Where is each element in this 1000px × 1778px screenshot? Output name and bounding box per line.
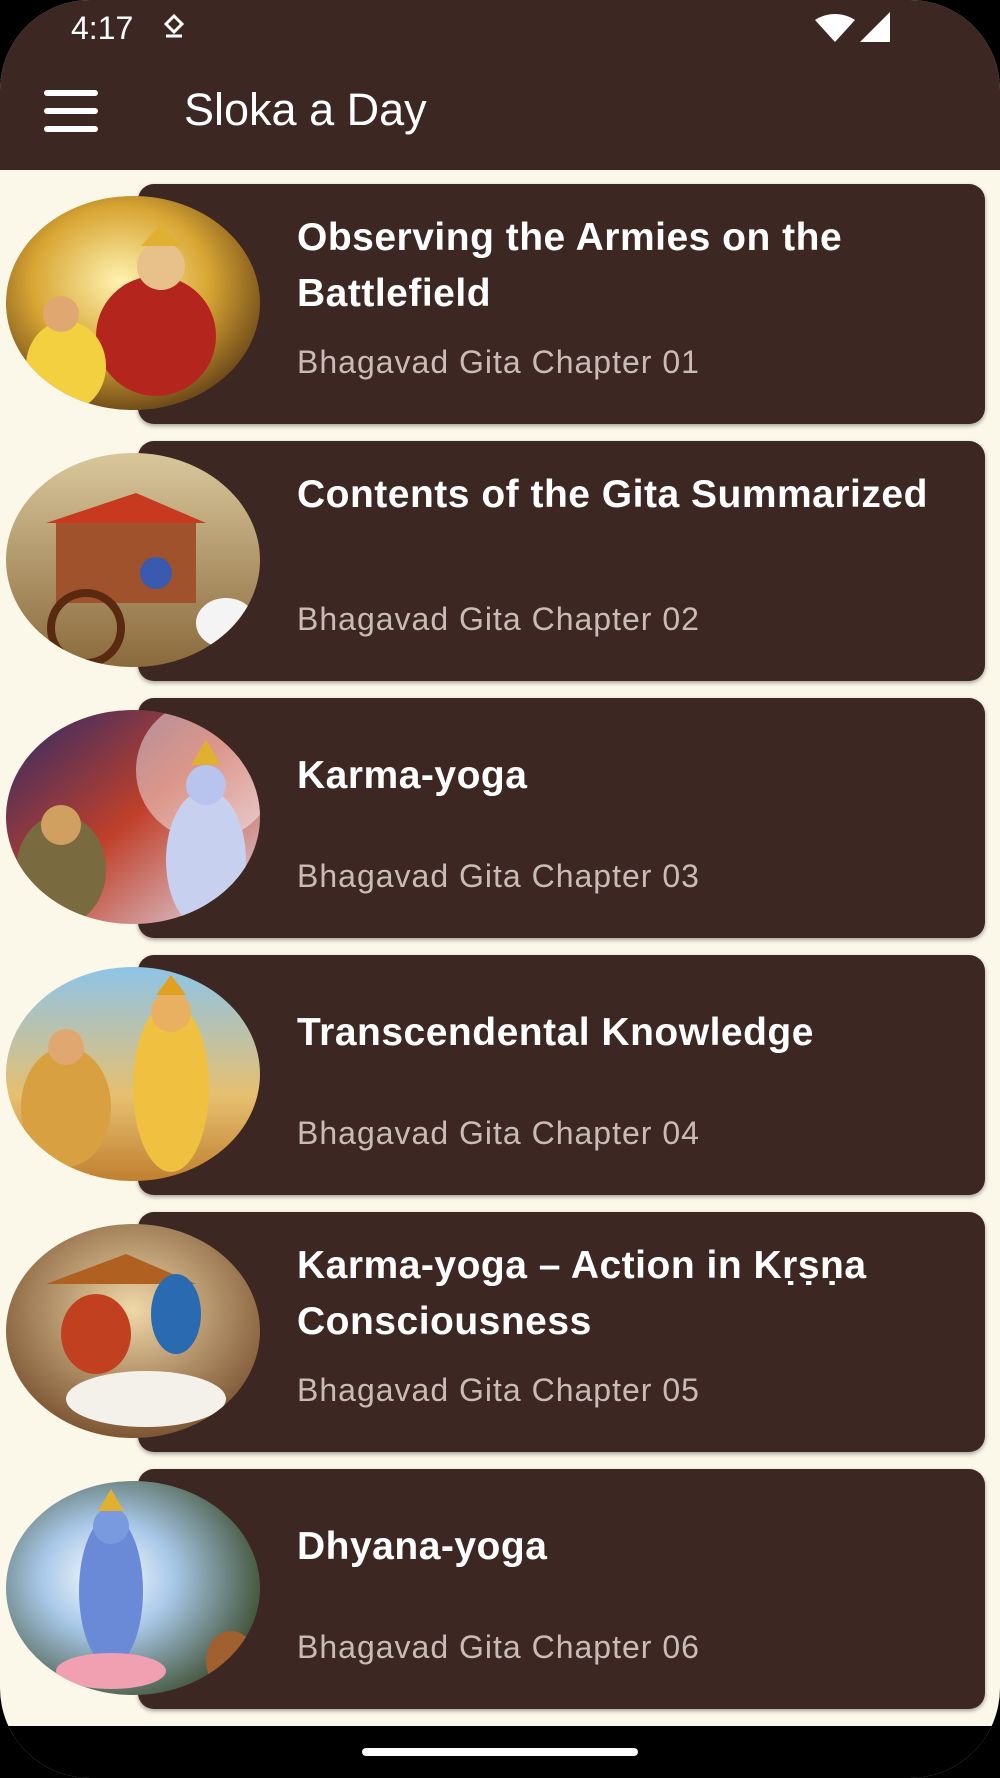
chapter-card[interactable] bbox=[138, 955, 985, 1195]
chapter-title: Karma-yoga – Action in Kṛṣṇa Consciousne… bbox=[297, 1244, 867, 1343]
chapter-card[interactable] bbox=[138, 698, 985, 938]
chapter-title: Observing the Armies on the Battlefield bbox=[297, 216, 843, 315]
wifi-icon bbox=[815, 14, 855, 42]
chapter-subtitle: Bhagavad Gita Chapter 01 bbox=[297, 344, 700, 380]
chapter-thumbnail bbox=[6, 967, 260, 1181]
hamburger-menu-icon[interactable] bbox=[44, 90, 100, 132]
chapter-title: Karma-yoga bbox=[297, 754, 528, 797]
status-time: 4:17 bbox=[71, 10, 134, 46]
chapter-item-03[interactable]: Karma-yoga Bhagavad Gita Chapter 03 bbox=[0, 698, 1000, 938]
chapter-list: Observing the Armies on the Battlefield … bbox=[0, 184, 1000, 1726]
chapter-subtitle: Bhagavad Gita Chapter 06 bbox=[297, 1629, 700, 1665]
app-notification-icon bbox=[163, 14, 185, 38]
chapter-item-04[interactable]: Transcendental Knowledge Bhagavad Gita C… bbox=[0, 955, 1000, 1195]
chapter-thumbnail bbox=[6, 1224, 260, 1438]
chapter-title: Contents of the Gita Summarized bbox=[297, 473, 928, 516]
chapter-thumbnail bbox=[6, 1481, 260, 1695]
chapter-item-05[interactable]: Karma-yoga – Action in Kṛṣṇa Consciousne… bbox=[0, 1212, 1000, 1452]
app-title: Sloka a Day bbox=[184, 84, 427, 135]
app-bar: 4:17 Sloka a Day bbox=[0, 0, 1000, 170]
chapter-subtitle: Bhagavad Gita Chapter 05 bbox=[297, 1372, 700, 1408]
chapter-item-01[interactable]: Observing the Armies on the Battlefield … bbox=[0, 184, 1000, 424]
chapter-subtitle: Bhagavad Gita Chapter 04 bbox=[297, 1115, 700, 1151]
chapter-thumbnail bbox=[6, 196, 260, 410]
chapter-item-06[interactable]: Dhyana-yoga Bhagavad Gita Chapter 06 bbox=[0, 1469, 1000, 1709]
chapter-title: Dhyana-yoga bbox=[297, 1525, 548, 1568]
chapter-subtitle: Bhagavad Gita Chapter 03 bbox=[297, 858, 700, 894]
app-screen: 4:17 Sloka a Day Observing the Armies on… bbox=[0, 0, 1000, 1778]
chapter-item-02[interactable]: Contents of the Gita Summarized Bhagavad… bbox=[0, 441, 1000, 681]
signal-icon bbox=[860, 12, 890, 42]
chapter-thumbnail bbox=[6, 710, 260, 924]
chapter-title: Transcendental Knowledge bbox=[297, 1011, 814, 1054]
chapter-card[interactable] bbox=[138, 1469, 985, 1709]
chapter-subtitle: Bhagavad Gita Chapter 02 bbox=[297, 601, 700, 637]
home-gesture-handle[interactable] bbox=[362, 1748, 638, 1756]
chapter-thumbnail bbox=[6, 453, 260, 667]
